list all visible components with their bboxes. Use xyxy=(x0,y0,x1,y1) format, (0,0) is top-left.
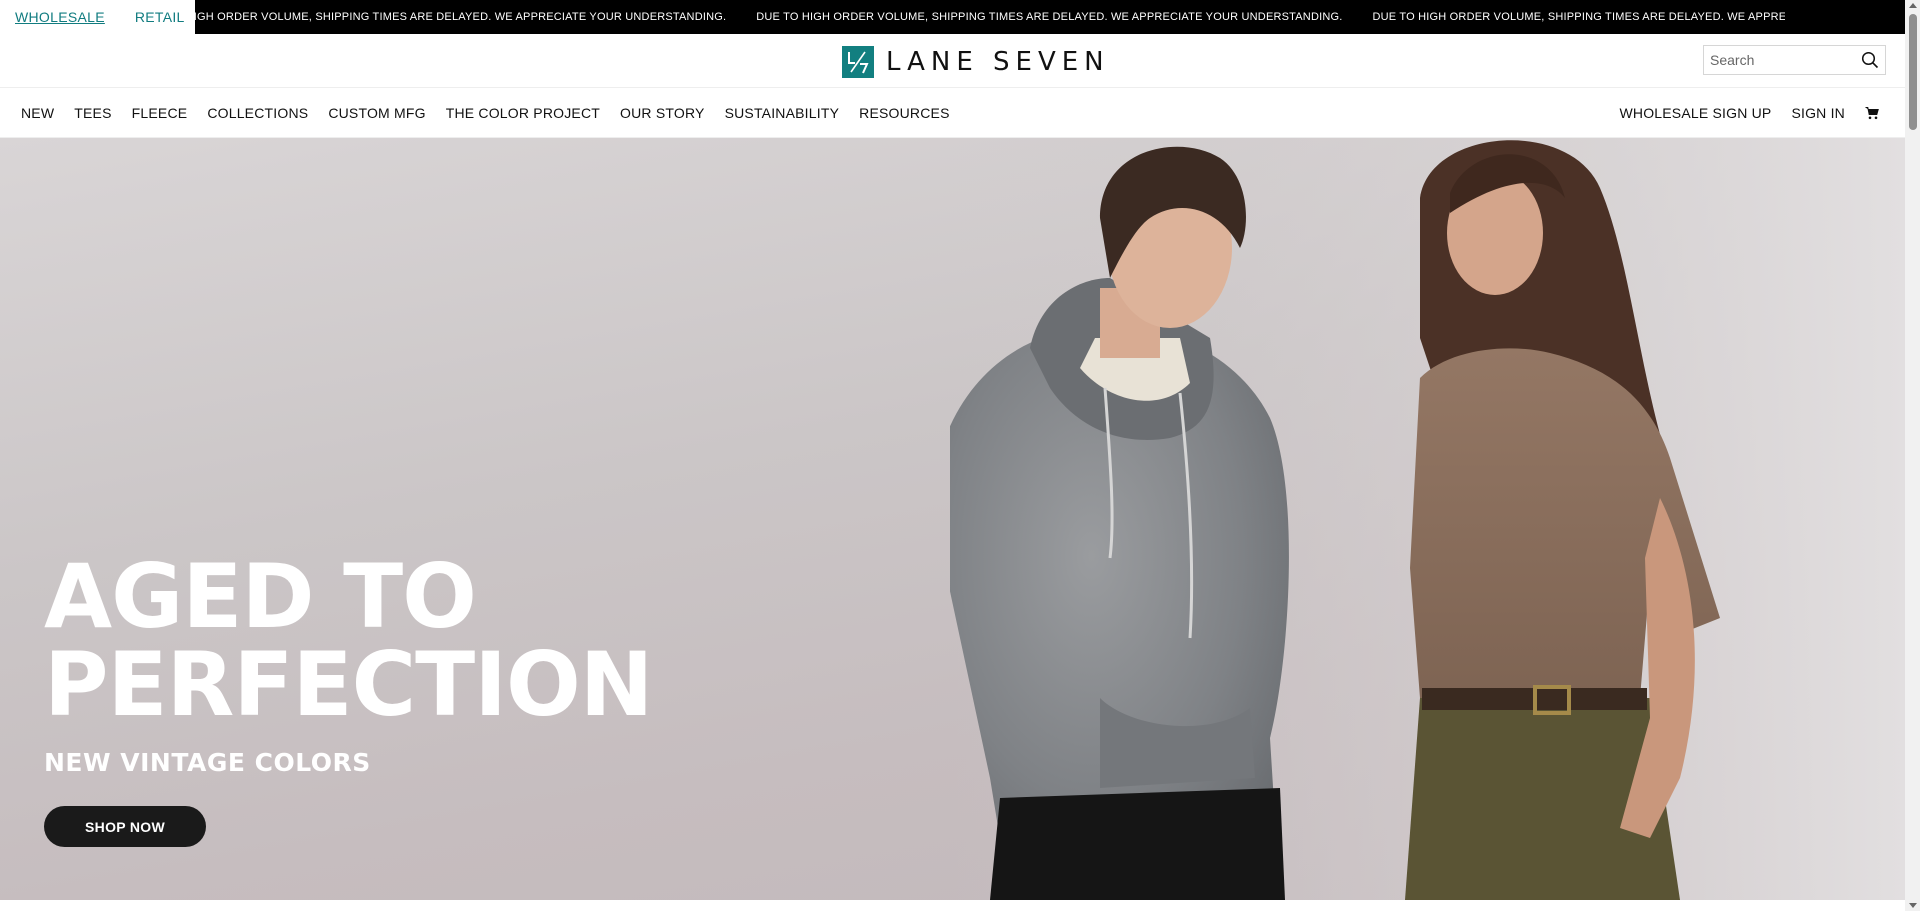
hero-title: AGED TO PERFECTION xyxy=(44,553,804,729)
retail-link[interactable]: RETAIL xyxy=(135,9,185,25)
store-switch: WHOLESALE RETAIL xyxy=(0,0,195,34)
wholesale-signup-link[interactable]: WHOLESALE SIGN UP xyxy=(1619,105,1771,121)
sign-in-link[interactable]: SIGN IN xyxy=(1791,105,1845,121)
nav-menu: NEW TEES FLEECE COLLECTIONS CUSTOM MFG T… xyxy=(21,88,950,138)
nav-item-tees[interactable]: TEES xyxy=(74,105,111,121)
announcement-marquee: DUE TO HIGH ORDER VOLUME, SHIPPING TIMES… xyxy=(195,0,1785,34)
cart-icon[interactable] xyxy=(1865,106,1879,120)
announcement-text: DUE TO HIGH ORDER VOLUME, SHIPPING TIMES… xyxy=(195,11,727,23)
search-input[interactable] xyxy=(1704,52,1854,68)
shop-now-button[interactable]: SHOP NOW xyxy=(44,806,206,847)
account-nav: WHOLESALE SIGN UP SIGN IN xyxy=(1619,88,1879,138)
main-nav: NEW TEES FLEECE COLLECTIONS CUSTOM MFG T… xyxy=(0,88,1905,138)
hero-subtitle: NEW VINTAGE COLORS xyxy=(44,748,371,777)
hero-title-line: PERFECTION xyxy=(44,633,653,736)
announcement-bar: WHOLESALE RETAIL DUE TO HIGH ORDER VOLUM… xyxy=(0,0,1905,34)
announcement-text: DUE TO HIGH ORDER VOLUME, SHIPPING TIMES… xyxy=(1372,11,1786,23)
hero-title-line: AGED TO xyxy=(44,545,477,648)
nav-item-new[interactable]: NEW xyxy=(21,105,54,121)
nav-item-custom-mfg[interactable]: CUSTOM MFG xyxy=(328,105,425,121)
nav-item-collections[interactable]: COLLECTIONS xyxy=(207,105,308,121)
logo-text: LANE SEVEN xyxy=(886,47,1110,77)
search-icon[interactable] xyxy=(1861,51,1879,69)
nav-item-resources[interactable]: RESOURCES xyxy=(859,105,949,121)
nav-item-sustainability[interactable]: SUSTAINABILITY xyxy=(725,105,840,121)
nav-item-color-project[interactable]: THE COLOR PROJECT xyxy=(446,105,600,121)
hero-banner: AGED TO PERFECTION NEW VINTAGE COLORS SH… xyxy=(0,138,1905,900)
page-bottom xyxy=(0,900,1905,911)
hero-models-image xyxy=(950,138,1905,900)
scroll-down-icon[interactable] xyxy=(1909,903,1917,908)
nav-item-fleece[interactable]: FLEECE xyxy=(132,105,188,121)
scrollbar-thumb[interactable] xyxy=(1909,14,1917,130)
scroll-up-icon[interactable] xyxy=(1909,3,1917,8)
announcement-text: DUE TO HIGH ORDER VOLUME, SHIPPING TIMES… xyxy=(756,11,1343,23)
wholesale-link[interactable]: WHOLESALE xyxy=(15,9,105,25)
logo[interactable]: LANE SEVEN xyxy=(842,46,1110,78)
nav-item-our-story[interactable]: OUR STORY xyxy=(620,105,705,121)
logo-mark-icon xyxy=(842,46,874,78)
scrollbar[interactable] xyxy=(1905,0,1920,911)
search-box xyxy=(1703,45,1886,75)
site-header: LANE SEVEN xyxy=(0,34,1905,88)
